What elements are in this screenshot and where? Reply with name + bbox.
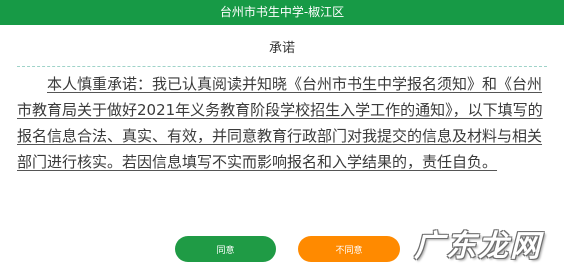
disagree-button[interactable]: 不同意 (298, 236, 400, 262)
header-title: 台州市书生中学-椒江区 (219, 5, 345, 19)
section-title: 承诺 (268, 41, 295, 56)
header-bar: 台州市书生中学-椒江区 (0, 0, 564, 25)
commitment-page: 台州市书生中学-椒江区 承诺 本人慎重承诺：我已认真阅读并知晓《台州市书生中学报… (0, 0, 564, 269)
section-divider (17, 66, 547, 67)
watermark-logo: 广东龙网 (414, 229, 542, 264)
agree-button[interactable]: 同意 (175, 236, 276, 262)
commitment-text: 本人慎重承诺：我已认真阅读并知晓《台州市书生中学报名须知》和《台州市教育局关于做… (17, 75, 543, 171)
